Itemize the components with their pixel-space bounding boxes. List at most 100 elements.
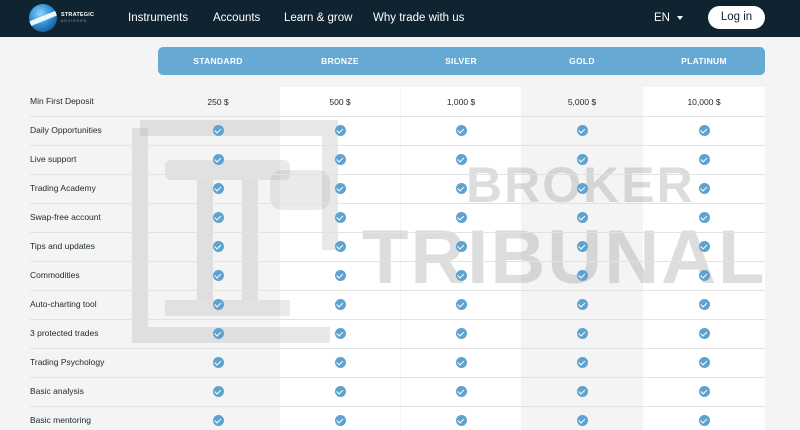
check-circle-icon xyxy=(334,386,346,397)
check-circle-icon xyxy=(455,270,467,281)
nav-instruments[interactable]: Instruments xyxy=(128,0,188,37)
cell-silver xyxy=(401,145,521,174)
check-circle-icon xyxy=(698,270,710,281)
nav-learn-grow[interactable]: Learn & grow xyxy=(284,0,352,37)
cell-gold xyxy=(522,377,642,406)
check-circle-icon xyxy=(576,241,588,252)
cell-gold xyxy=(522,232,642,261)
check-circle-icon xyxy=(455,125,467,136)
cell-platinum xyxy=(644,290,764,319)
top-navbar: STRATEGIC ADVISORS Instruments Accounts … xyxy=(0,0,800,37)
row-label: Swap-free account xyxy=(30,212,101,222)
check-circle-icon xyxy=(576,357,588,368)
table-row: Daily Opportunities xyxy=(0,116,800,145)
cell-standard xyxy=(158,377,278,406)
check-circle-icon xyxy=(576,299,588,310)
language-selector[interactable]: EN xyxy=(654,0,683,37)
check-circle-icon xyxy=(212,125,224,136)
cell-silver xyxy=(401,174,521,203)
cell-platinum xyxy=(644,232,764,261)
check-circle-icon xyxy=(334,357,346,368)
check-circle-icon xyxy=(455,241,467,252)
tier-standard[interactable]: STANDARD xyxy=(158,47,278,75)
check-circle-icon xyxy=(576,415,588,426)
cell-silver xyxy=(401,406,521,430)
table-row: Basic analysis xyxy=(0,377,800,406)
tier-platinum[interactable]: PLATINUM xyxy=(644,47,764,75)
nav-why-trade[interactable]: Why trade with us xyxy=(373,0,464,37)
check-circle-icon xyxy=(576,125,588,136)
cell-gold xyxy=(522,348,642,377)
login-button[interactable]: Log in xyxy=(708,6,765,29)
table-row: Basic mentoring xyxy=(0,406,800,430)
row-label: Tips and updates xyxy=(30,241,95,251)
table-row: Trading Academy xyxy=(0,174,800,203)
row-label: Trading Psychology xyxy=(30,357,105,367)
cell-platinum xyxy=(644,348,764,377)
cell-standard xyxy=(158,174,278,203)
row-label: Daily Opportunities xyxy=(30,125,102,135)
check-circle-icon xyxy=(698,415,710,426)
check-circle-icon xyxy=(334,125,346,136)
check-circle-icon xyxy=(455,299,467,310)
check-circle-icon xyxy=(212,357,224,368)
deposit-standard: 250 $ xyxy=(207,96,229,107)
cell-platinum xyxy=(644,145,764,174)
cell-standard xyxy=(158,406,278,430)
check-circle-icon xyxy=(698,241,710,252)
cell-standard xyxy=(158,261,278,290)
tier-silver[interactable]: SILVER xyxy=(401,47,521,75)
cell-gold xyxy=(522,261,642,290)
cell-bronze xyxy=(280,203,400,232)
cell-gold xyxy=(522,203,642,232)
row-label: Basic mentoring xyxy=(30,415,91,425)
deposit-silver: 1,000 $ xyxy=(446,96,476,107)
cell-standard xyxy=(158,319,278,348)
table-row: 3 protected trades xyxy=(0,319,800,348)
check-circle-icon xyxy=(212,299,224,310)
check-circle-icon xyxy=(698,386,710,397)
check-circle-icon xyxy=(576,183,588,194)
cell-bronze xyxy=(280,145,400,174)
cell-silver xyxy=(401,290,521,319)
check-circle-icon xyxy=(212,241,224,252)
check-circle-icon xyxy=(334,415,346,426)
tier-bronze[interactable]: BRONZE xyxy=(280,47,400,75)
cell-platinum xyxy=(644,319,764,348)
brand-logo[interactable]: STRATEGIC ADVISORS xyxy=(29,3,99,33)
cell-platinum xyxy=(644,406,764,430)
cell-bronze xyxy=(280,377,400,406)
check-circle-icon xyxy=(698,183,710,194)
tier-gold[interactable]: GOLD xyxy=(522,47,642,75)
nav-accounts[interactable]: Accounts xyxy=(213,0,260,37)
chevron-down-icon xyxy=(676,15,683,20)
check-circle-icon xyxy=(455,183,467,194)
row-label: Commodities xyxy=(30,270,80,280)
cell-standard xyxy=(158,232,278,261)
table-row: Tips and updates xyxy=(0,232,800,261)
cell-bronze xyxy=(280,290,400,319)
check-circle-icon xyxy=(455,357,467,368)
check-circle-icon xyxy=(576,386,588,397)
cell-silver xyxy=(401,203,521,232)
cell-gold xyxy=(522,290,642,319)
logo-line-2: ADVISORS xyxy=(61,18,88,23)
check-circle-icon xyxy=(576,212,588,223)
cell-gold xyxy=(522,319,642,348)
cell-bronze xyxy=(280,174,400,203)
check-circle-icon xyxy=(334,328,346,339)
check-circle-icon xyxy=(212,386,224,397)
check-circle-icon xyxy=(698,154,710,165)
cell-silver xyxy=(401,261,521,290)
check-circle-icon xyxy=(455,386,467,397)
check-circle-icon xyxy=(334,241,346,252)
check-circle-icon xyxy=(455,154,467,165)
check-circle-icon xyxy=(698,357,710,368)
check-circle-icon xyxy=(576,270,588,281)
cell-bronze xyxy=(280,348,400,377)
cell-silver xyxy=(401,348,521,377)
row-label: 3 protected trades xyxy=(30,328,99,338)
check-circle-icon xyxy=(334,212,346,223)
check-circle-icon xyxy=(212,212,224,223)
check-circle-icon xyxy=(212,270,224,281)
